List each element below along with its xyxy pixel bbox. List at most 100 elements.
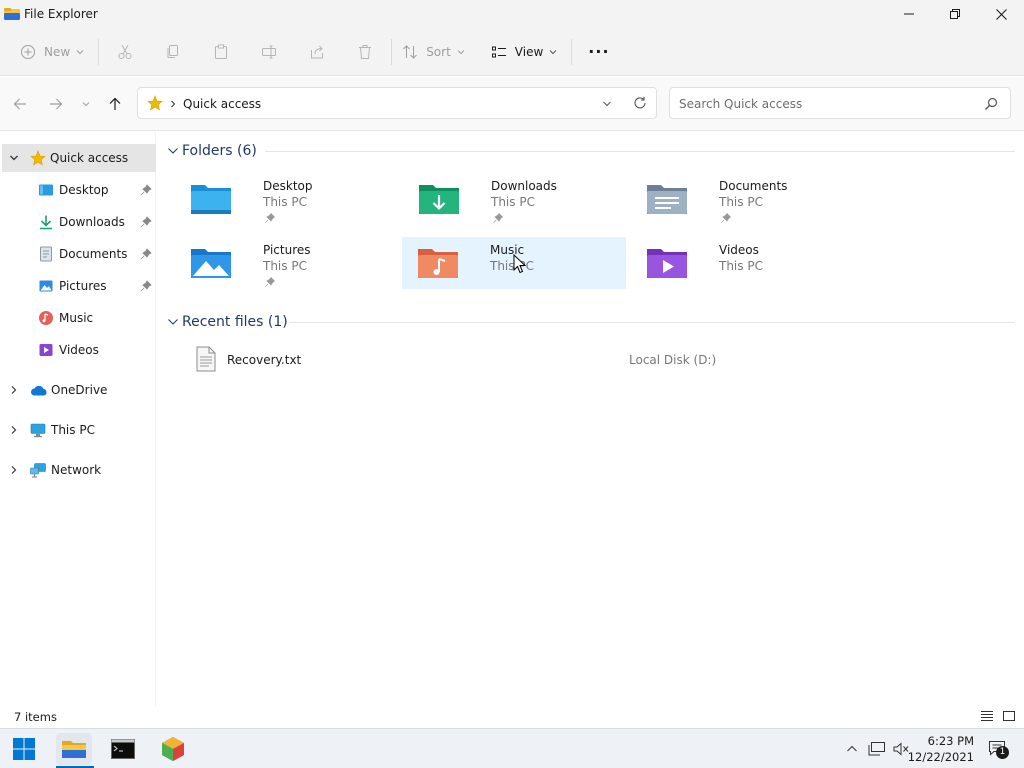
- folder-name: Desktop: [263, 179, 313, 193]
- folder-name: Videos: [719, 243, 759, 257]
- videos-folder-icon: [647, 249, 687, 278]
- clock-date: 12/22/2021: [907, 750, 974, 764]
- folders-group-header[interactable]: Folders (6): [167, 141, 257, 161]
- nav-item-music[interactable]: Music: [0, 304, 156, 332]
- forward-button[interactable]: [46, 94, 66, 114]
- item-count: 7 items: [14, 710, 57, 724]
- minimize-icon: [904, 13, 914, 15]
- pin-icon: [140, 184, 152, 196]
- nav-item-network[interactable]: Network: [0, 456, 156, 484]
- cut-button[interactable]: [117, 36, 133, 68]
- system-clock[interactable]: 6:23 PM 12/22/2021: [908, 733, 974, 765]
- view-label: View: [514, 44, 544, 59]
- chevron-down-icon: [549, 49, 557, 54]
- view-button[interactable]: View: [491, 36, 557, 68]
- chevron-right-icon[interactable]: [9, 385, 19, 395]
- minimize-button[interactable]: [886, 0, 932, 28]
- pin-icon: [493, 213, 503, 223]
- notification-center-button[interactable]: 1: [988, 740, 1009, 759]
- address-bar[interactable]: Quick access: [137, 87, 657, 119]
- close-button[interactable]: [978, 0, 1024, 28]
- sort-button[interactable]: Sort: [402, 36, 465, 68]
- rename-button[interactable]: [261, 36, 277, 68]
- search-box[interactable]: Search Quick access: [669, 87, 1011, 119]
- pin-icon: [140, 248, 152, 260]
- sort-icon: [403, 44, 418, 59]
- nav-item-documents[interactable]: Documents: [0, 240, 156, 268]
- chevron-down-icon: [168, 319, 178, 325]
- close-icon: [995, 8, 1007, 20]
- delete-button[interactable]: [357, 36, 373, 68]
- arrow-up-icon: [109, 97, 121, 110]
- folder-tile-documents[interactable]: Documents This PC: [631, 173, 855, 225]
- folder-name: Documents: [719, 179, 788, 193]
- terminal-icon: [111, 739, 135, 759]
- copy-button[interactable]: [165, 36, 181, 68]
- folders-header-label: Folders (6): [182, 143, 257, 159]
- nav-item-pictures[interactable]: Pictures: [0, 272, 156, 300]
- chevron-right-icon[interactable]: [9, 425, 19, 435]
- paste-icon: [215, 44, 228, 59]
- mouse-cursor-icon: [513, 254, 527, 274]
- chevron-down-icon[interactable]: [9, 153, 19, 163]
- folder-tile-pictures[interactable]: Pictures This PC: [175, 237, 399, 289]
- nav-item-quick-access[interactable]: Quick access: [2, 144, 156, 172]
- chevron-right-icon[interactable]: [9, 465, 19, 475]
- back-button[interactable]: [10, 94, 30, 114]
- nav-label: This PC: [51, 423, 95, 437]
- start-button[interactable]: [6, 733, 42, 765]
- details-view-icon[interactable]: [980, 710, 994, 722]
- folder-name: Pictures: [263, 243, 311, 257]
- nav-item-desktop[interactable]: Desktop: [0, 176, 156, 204]
- folder-location: This PC: [490, 259, 534, 273]
- speaker-muted-icon[interactable]: [893, 741, 909, 757]
- nav-item-downloads[interactable]: Downloads: [0, 208, 156, 236]
- taskbar-command-prompt[interactable]: [105, 733, 141, 765]
- chevron-down-icon: [457, 49, 465, 54]
- pin-icon: [721, 213, 731, 223]
- folder-tile-downloads[interactable]: Downloads This PC: [403, 173, 627, 225]
- chevron-down-icon: [76, 49, 84, 54]
- folder-tile-desktop[interactable]: Desktop This PC: [175, 173, 399, 225]
- share-button[interactable]: [309, 36, 325, 68]
- search-input[interactable]: Search Quick access: [679, 97, 802, 111]
- network-icon: [30, 463, 46, 478]
- nav-label: Downloads: [59, 215, 125, 229]
- navigation-pane: Quick access Desktop Downloads Documents…: [0, 132, 156, 706]
- network-status-icon[interactable]: [868, 741, 886, 757]
- nav-label: Desktop: [59, 183, 109, 197]
- restore-button[interactable]: [932, 0, 978, 28]
- chevron-up-icon[interactable]: [846, 744, 858, 754]
- recent-file-row[interactable]: Recovery.txt Local Disk (D:): [193, 346, 1013, 372]
- plus-circle-icon: [21, 44, 35, 59]
- command-bar: New Sort View ···: [0, 28, 1024, 76]
- document-icon: [40, 246, 52, 262]
- restore-icon: [950, 9, 960, 19]
- computer-icon: [30, 423, 46, 438]
- folder-tile-videos[interactable]: Videos This PC: [631, 237, 855, 289]
- music-icon: [39, 311, 53, 325]
- nav-item-onedrive[interactable]: OneDrive: [0, 376, 156, 404]
- taskbar-file-explorer[interactable]: [56, 733, 92, 765]
- nav-item-this-pc[interactable]: This PC: [0, 416, 156, 444]
- chevron-down-icon[interactable]: [602, 99, 612, 109]
- up-button[interactable]: [105, 94, 125, 114]
- desktop-folder-icon: [191, 185, 231, 214]
- tiles-view-icon[interactable]: [1002, 710, 1016, 722]
- new-button[interactable]: New: [20, 36, 84, 68]
- refresh-icon[interactable]: [633, 96, 647, 110]
- arrow-left-icon: [13, 98, 26, 110]
- pictures-folder-icon: [191, 249, 231, 278]
- recent-locations-button[interactable]: [76, 94, 96, 114]
- paste-button[interactable]: [213, 36, 229, 68]
- folder-name: Downloads: [491, 179, 557, 193]
- recent-group-header[interactable]: Recent files (1): [167, 312, 288, 332]
- folder-location: This PC: [263, 195, 307, 209]
- nav-item-videos[interactable]: Videos: [0, 336, 156, 364]
- taskbar-app-cube[interactable]: [155, 733, 191, 765]
- more-options-button[interactable]: ···: [588, 36, 609, 68]
- recent-file-name: Recovery.txt: [227, 353, 302, 367]
- nav-label: OneDrive: [51, 383, 108, 397]
- folder-location: This PC: [491, 195, 535, 209]
- address-path: Quick access: [183, 97, 262, 111]
